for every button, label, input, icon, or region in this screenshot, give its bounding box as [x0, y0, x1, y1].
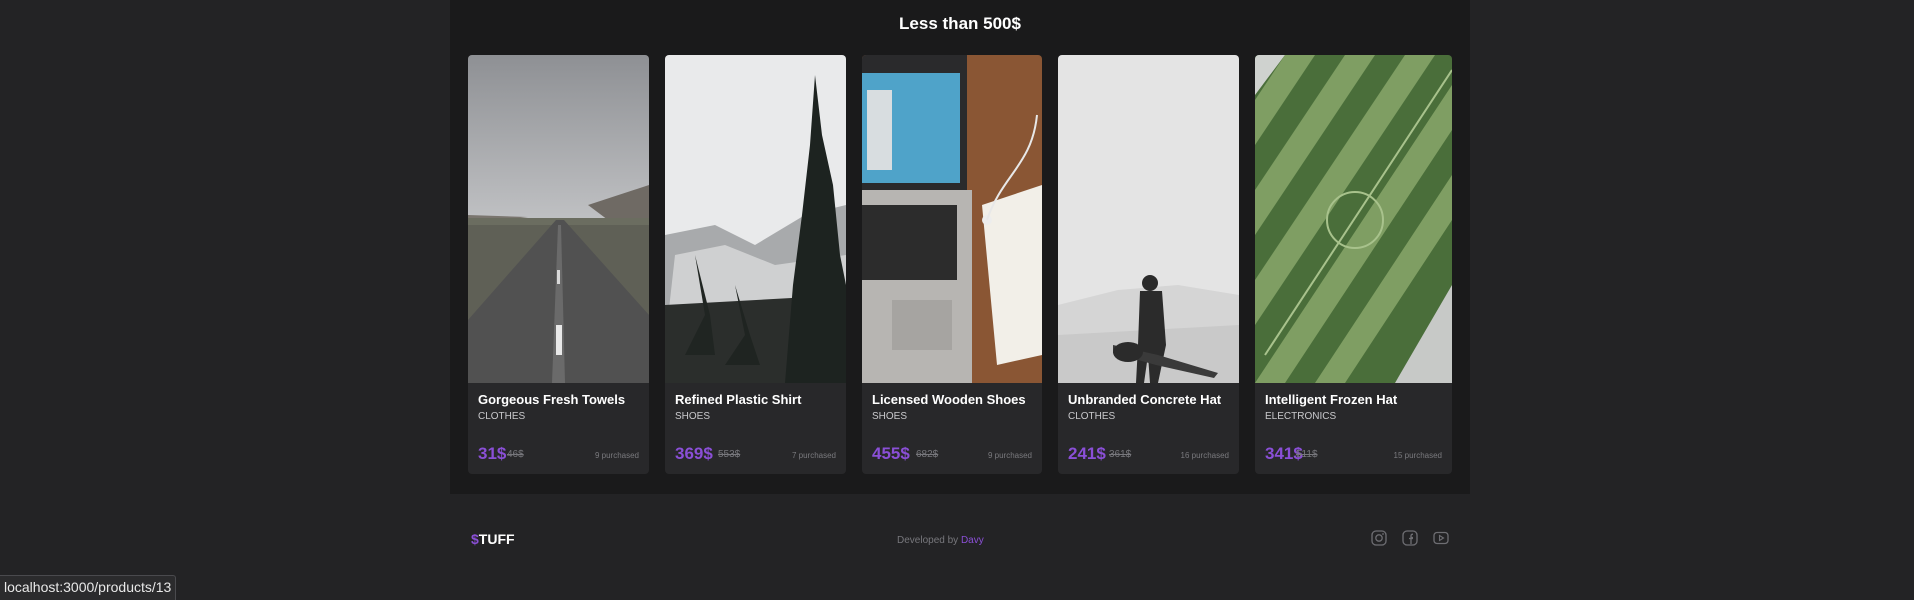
product-image-soccer-field-aerial	[1255, 55, 1452, 383]
product-purchased-count: 7 purchased	[791, 451, 836, 460]
product-category: CLOTHES	[478, 411, 526, 422]
product-purchased-count: 9 purchased	[594, 451, 639, 460]
product-old-price: 511$	[1296, 449, 1318, 460]
section-title: Less than 500$	[899, 14, 1021, 33]
product-image-laptop-desk	[862, 55, 1042, 383]
logo-text: TUFF	[478, 531, 515, 547]
product-purchased-count: 16 purchased	[1180, 451, 1229, 460]
product-image-pine-forest	[665, 55, 846, 383]
developed-by-text: Developed by Davy	[897, 535, 984, 546]
product-old-price: 46$	[507, 449, 524, 460]
product-image-road	[468, 55, 649, 383]
product-price: 369$	[675, 444, 713, 463]
product-card[interactable]: Refined Plastic Shirt SHOES 369$ 553$ 7 …	[665, 55, 846, 474]
product-card[interactable]: Licensed Wooden Shoes SHOES 455$ 682$ 9 …	[862, 55, 1042, 474]
product-old-price: 553$	[718, 449, 741, 460]
product-name: Unbranded Concrete Hat	[1068, 392, 1222, 407]
product-category: ELECTRONICS	[1265, 411, 1337, 422]
product-card[interactable]: Intelligent Frozen Hat ELECTRONICS 341$ …	[1255, 55, 1452, 474]
instagram-icon[interactable]	[1370, 529, 1388, 547]
developed-by-label: Developed by	[897, 535, 959, 546]
product-price: 31$	[478, 444, 507, 463]
product-image-guitarist-desert	[1058, 55, 1239, 383]
product-old-price: 682$	[916, 449, 939, 460]
product-card[interactable]: Gorgeous Fresh Towels CLOTHES 31$ 46$ 9 …	[468, 55, 649, 474]
product-price: 455$	[872, 444, 910, 463]
product-purchased-count: 9 purchased	[987, 451, 1032, 460]
product-name: Refined Plastic Shirt	[675, 392, 802, 407]
logo-symbol: $	[471, 531, 479, 547]
product-old-price: 361$	[1109, 449, 1132, 460]
product-name: Intelligent Frozen Hat	[1265, 392, 1398, 407]
youtube-icon[interactable]	[1432, 529, 1450, 547]
author-link[interactable]: Davy	[961, 535, 984, 546]
product-category: CLOTHES	[1068, 411, 1116, 422]
product-category: SHOES	[675, 411, 711, 422]
facebook-icon[interactable]	[1401, 529, 1419, 547]
product-price: 241$	[1068, 444, 1106, 463]
browser-status-bar: localhost:3000/products/13	[0, 575, 177, 600]
product-name: Gorgeous Fresh Towels	[478, 392, 626, 407]
product-name: Licensed Wooden Shoes	[872, 392, 1026, 407]
product-card[interactable]: Unbranded Concrete Hat CLOTHES 241$ 361$…	[1058, 55, 1239, 474]
products-section: Less than 500$ Gorgeous Fresh Towels CLO…	[450, 0, 1470, 494]
footer-logo[interactable]: $TUFF	[471, 531, 515, 547]
product-purchased-count: 15 purchased	[1393, 451, 1442, 460]
product-category: SHOES	[872, 411, 908, 422]
